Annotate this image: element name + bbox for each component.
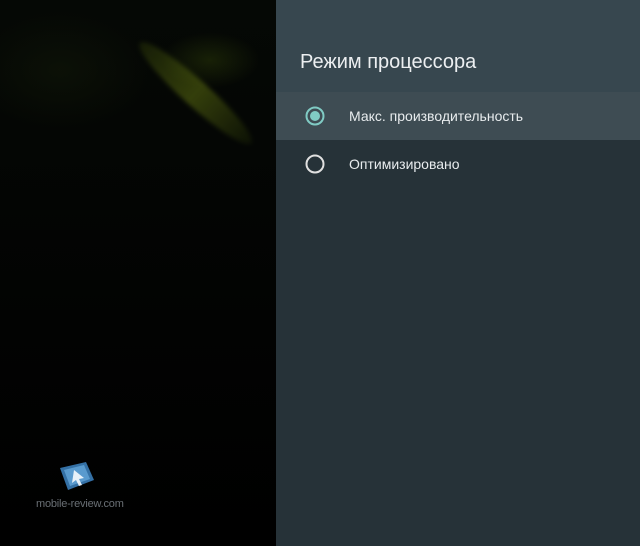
- radio-checked-icon[interactable]: [305, 106, 325, 126]
- option-label: Оптимизировано: [349, 156, 460, 172]
- option-label: Макс. производительность: [349, 108, 524, 124]
- settings-panel: Режим процессора Макс. производительност…: [276, 0, 640, 546]
- panel-header: Режим процессора: [276, 0, 640, 92]
- background-leaf-image: [131, 33, 261, 154]
- watermark-text: mobile-review.com: [36, 498, 124, 510]
- screen: mobile-review.com Режим процессора Макс.…: [0, 0, 640, 546]
- option-optimized[interactable]: Оптимизировано: [276, 140, 640, 188]
- radio-unchecked-icon[interactable]: [305, 154, 325, 174]
- option-max-performance[interactable]: Макс. производительность: [276, 92, 640, 140]
- mobile-review-logo: [60, 462, 94, 490]
- panel-title: Режим процессора: [300, 51, 477, 73]
- watermark: mobile-review.com: [36, 460, 124, 520]
